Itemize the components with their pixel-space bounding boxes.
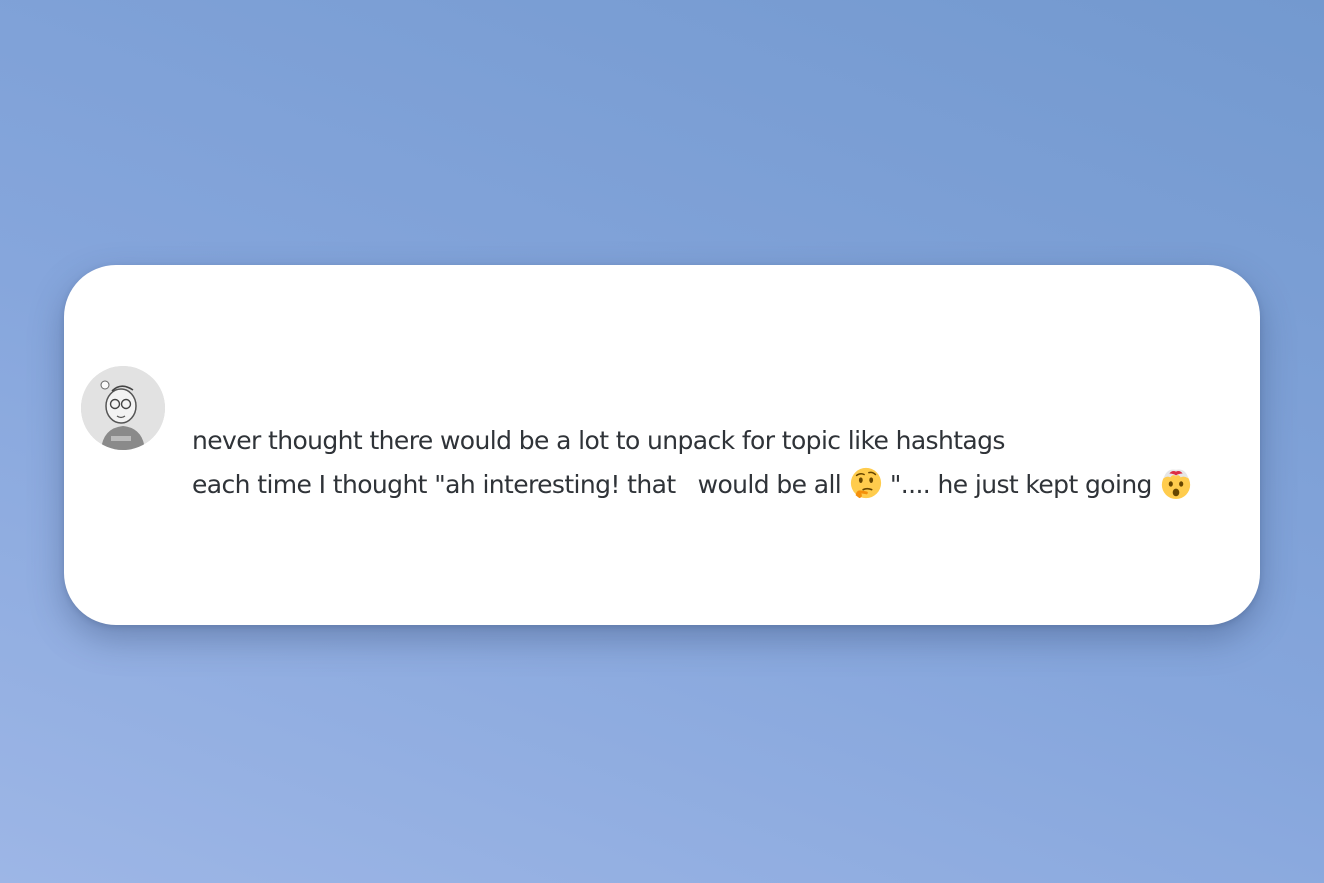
comment-line-1: never thought there would be a lot to un… bbox=[192, 426, 1005, 455]
thinking-face-icon bbox=[849, 466, 883, 500]
avatar[interactable] bbox=[81, 366, 165, 450]
avatar-illustration bbox=[81, 366, 165, 450]
exploding-head-icon bbox=[1159, 466, 1193, 500]
comment-card: never thought there would be a lot to un… bbox=[64, 265, 1260, 625]
comment-text: never thought there would be a lot to un… bbox=[192, 419, 1252, 507]
comment-line-2: each time I thought "ah interesting! tha… bbox=[192, 463, 1252, 507]
comment-line-2-part-2: ".... he just kept going bbox=[882, 470, 1160, 499]
comment-line-2-part-1: each time I thought "ah interesting! tha… bbox=[192, 470, 849, 499]
